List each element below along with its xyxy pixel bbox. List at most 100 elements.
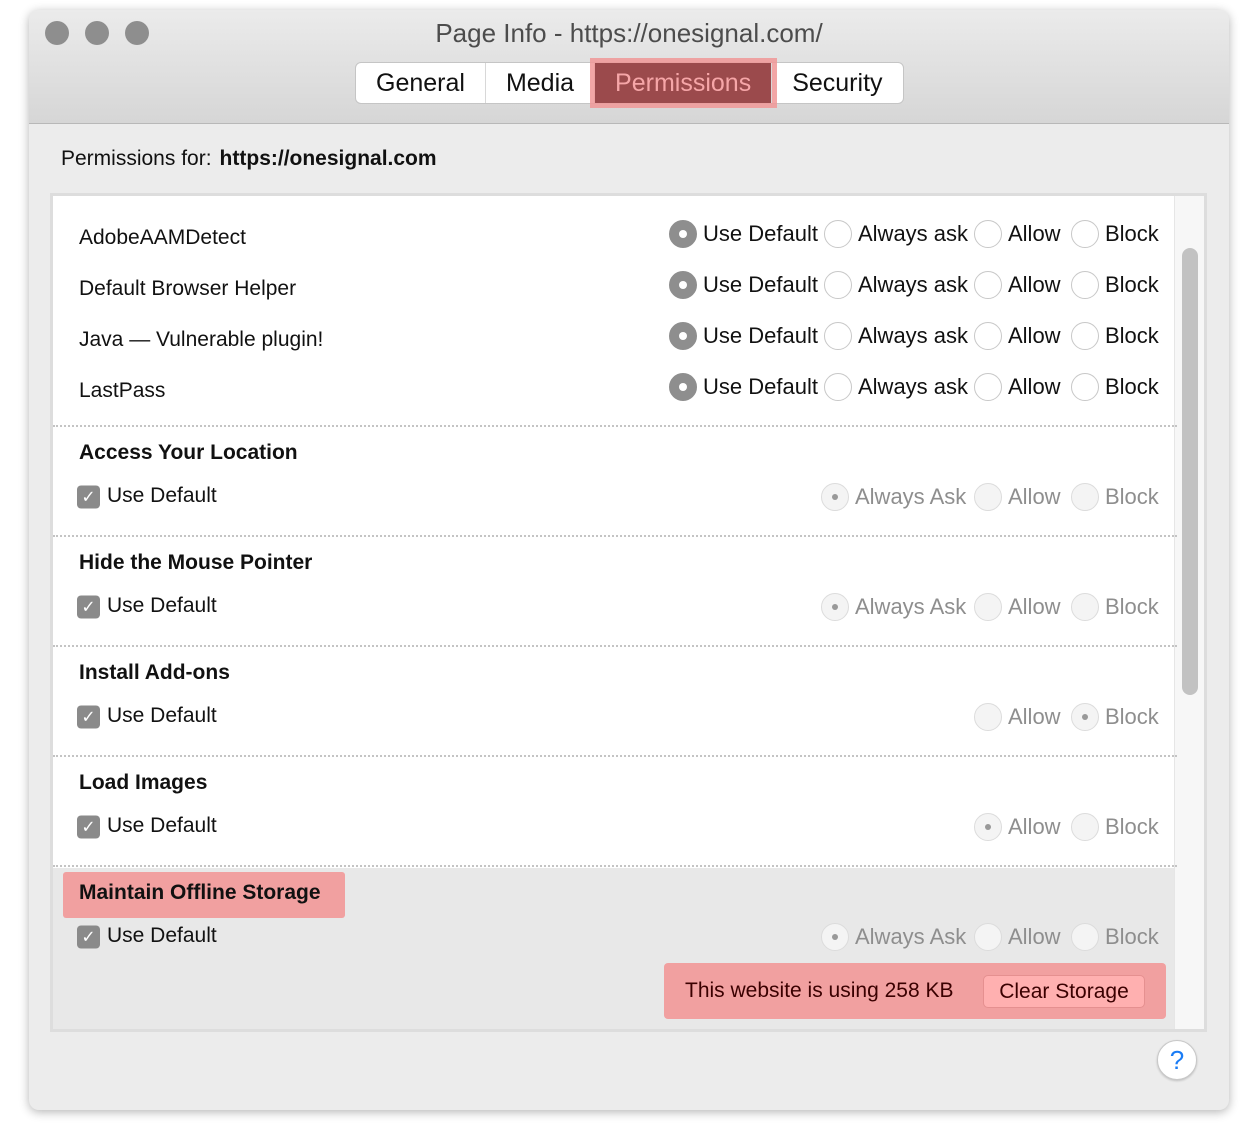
section-divider [53,865,1177,867]
radio-use-default[interactable] [669,271,697,299]
radio-always-ask[interactable] [824,322,852,350]
radio-label: Allow [1008,814,1061,839]
scrollbar-thumb[interactable] [1182,248,1198,695]
radio-allow[interactable] [974,593,1002,621]
radio-label: Allow [1008,924,1061,949]
help-button[interactable]: ? [1157,1040,1197,1080]
radio-allow[interactable] [974,220,1002,248]
permissions-list: This website is using 258 KB Clear Stora… [50,193,1207,1032]
radio-allow[interactable] [974,703,1002,731]
storage-usage-text: This website is using 258 KB [685,979,954,1002]
radio-block[interactable] [1071,220,1099,248]
radio-label: Allow [1008,484,1061,509]
radio-label: Block [1105,814,1159,839]
permissions-for: Permissions for: https://onesignal.com [61,147,437,171]
tab-bar: General Media Permissions Security [355,58,904,108]
radio-label: Block [1105,484,1159,509]
use-default-checkbox[interactable]: ✓ [77,705,100,729]
scrollbar[interactable] [1174,196,1204,1029]
radio-label: Use Default [703,221,818,246]
radio-label: Block [1105,704,1159,729]
radio-always-ask[interactable] [824,271,852,299]
section-divider [53,425,1177,427]
radio-allow[interactable] [974,813,1002,841]
radio-block[interactable] [1071,322,1099,350]
radio-label: Allow [1008,374,1061,399]
radio-label: Allow [1008,323,1061,348]
permissions-site: https://onesignal.com [219,147,437,170]
radio-label: Use Default [703,323,818,348]
radio-label: Use Default [703,272,818,297]
radio-allow[interactable] [974,271,1002,299]
radio-label: Block [1105,323,1159,348]
radio-label: Block [1105,374,1159,399]
section-title: Install Add-ons [79,661,230,684]
radio-label: Always ask [858,272,969,297]
section-divider [53,535,1177,537]
radio-label: Always ask [858,374,969,399]
radio-always-ask[interactable] [821,483,849,511]
section-title: Load Images [79,771,208,794]
radio-block[interactable] [1071,923,1099,951]
plugin-name: Java — Vulnerable plugin! [79,328,324,351]
radio-allow[interactable] [974,373,1002,401]
radio-block[interactable] [1071,593,1099,621]
use-default-label: Use Default [107,484,217,507]
radio-always-ask[interactable] [824,373,852,401]
tab-media[interactable]: Media [486,63,596,103]
radio-block[interactable] [1071,703,1099,731]
radio-label: Always Ask [855,594,967,619]
radio-block[interactable] [1071,271,1099,299]
section-divider [53,755,1177,757]
permissions-for-label: Permissions for: [61,147,212,170]
tab-permissions[interactable]: Permissions [590,58,778,108]
section-divider [53,645,1177,647]
radio-use-default[interactable] [669,322,697,350]
radio-label: Always ask [858,221,969,246]
use-default-checkbox[interactable]: ✓ [77,595,100,619]
section-title: Access Your Location [79,441,298,464]
use-default-checkbox[interactable]: ✓ [77,925,100,949]
radio-label: Allow [1008,704,1061,729]
radio-label: Block [1105,594,1159,619]
radio-label: Allow [1008,221,1061,246]
radio-always-ask[interactable] [821,923,849,951]
use-default-checkbox[interactable]: ✓ [77,815,100,839]
radio-label: Use Default [703,374,818,399]
section-title: Hide the Mouse Pointer [79,551,313,574]
use-default-label: Use Default [107,704,217,727]
page-info-window: Page Info - https://onesignal.com/ Gener… [29,10,1229,1110]
radio-use-default[interactable] [669,220,697,248]
radio-always-ask[interactable] [821,593,849,621]
use-default-label: Use Default [107,924,217,947]
section-title: Maintain Offline Storage [79,881,321,904]
radio-label: Always ask [858,323,969,348]
radio-allow[interactable] [974,483,1002,511]
storage-info: This website is using 258 KB Clear Stora… [664,963,1166,1019]
radio-allow[interactable] [974,322,1002,350]
use-default-checkbox[interactable]: ✓ [77,485,100,509]
radio-always-ask[interactable] [824,220,852,248]
radio-block[interactable] [1071,483,1099,511]
use-default-label: Use Default [107,594,217,617]
plugin-name: Default Browser Helper [79,277,297,300]
radio-label: Block [1105,221,1159,246]
plugin-name: LastPass [79,379,166,402]
radio-label: Allow [1008,272,1061,297]
radio-label: Block [1105,272,1159,297]
use-default-label: Use Default [107,814,217,837]
radio-label: Block [1105,924,1159,949]
tab-security[interactable]: Security [772,63,902,103]
tab-general[interactable]: General [356,63,486,103]
radio-label: Always Ask [855,484,967,509]
radio-allow[interactable] [974,923,1002,951]
section-divider [53,1030,1177,1032]
radio-label: Allow [1008,594,1061,619]
radio-label: Always Ask [855,924,967,949]
clear-storage-button[interactable]: Clear Storage [983,975,1145,1008]
title-bar: Page Info - https://onesignal.com/ Gener… [29,10,1229,124]
radio-use-default[interactable] [669,373,697,401]
radio-block[interactable] [1071,813,1099,841]
radio-block[interactable] [1071,373,1099,401]
window-title: Page Info - https://onesignal.com/ [435,18,823,48]
